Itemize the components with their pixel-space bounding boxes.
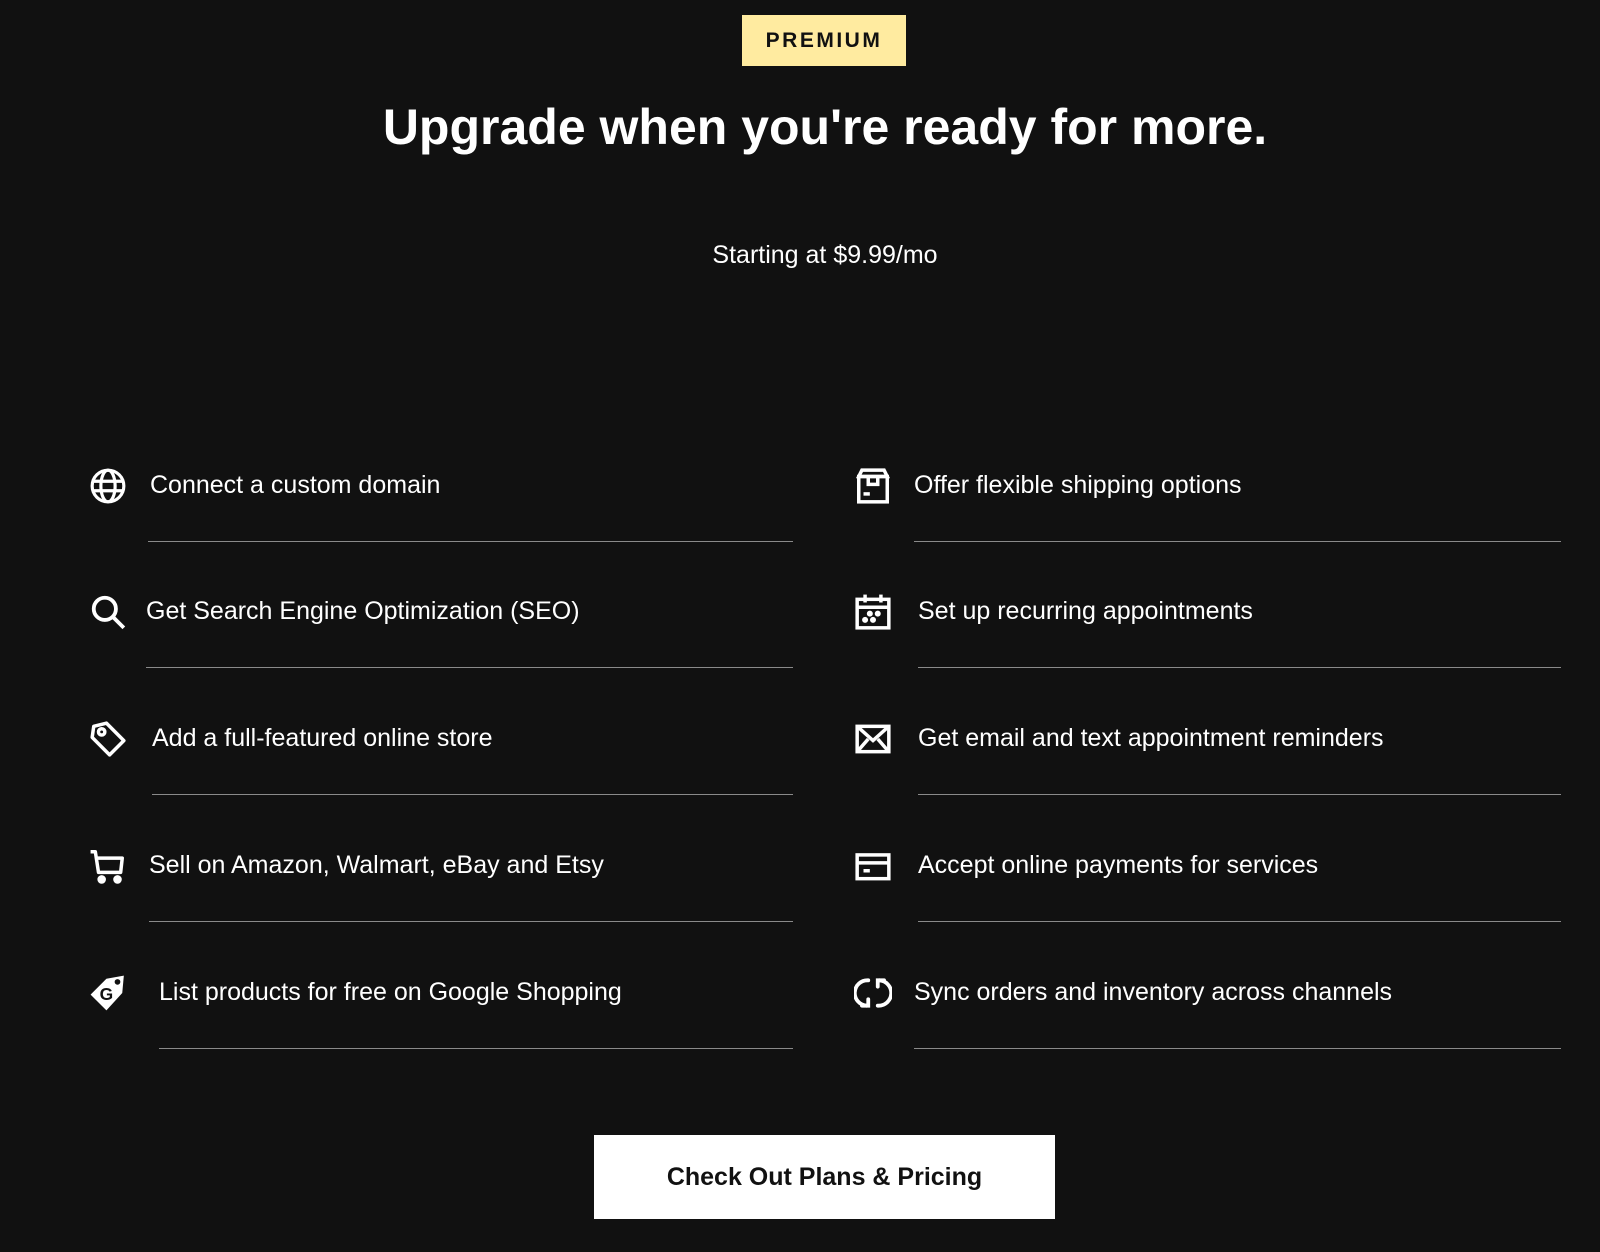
calendar-icon — [853, 592, 893, 632]
divider — [918, 794, 1561, 795]
divider — [152, 794, 793, 795]
feature-label: Add a full-featured online store — [152, 724, 493, 752]
feature-item-google-shopping: G List products for free on Google Shopp… — [88, 947, 793, 1077]
page-title: Upgrade when you're ready for more. — [382, 99, 1268, 155]
feature-item-shipping: Offer flexible shipping options — [853, 440, 1561, 570]
feature-item-seo: Get Search Engine Optimization (SEO) — [88, 566, 793, 696]
tag-icon — [88, 719, 128, 759]
feature-label: List products for free on Google Shoppin… — [159, 978, 622, 1006]
feature-label: Get Search Engine Optimization (SEO) — [146, 597, 580, 625]
feature-item-appointments: Set up recurring appointments — [853, 566, 1561, 696]
feature-item-custom-domain: Connect a custom domain — [88, 440, 793, 570]
premium-badge: PREMIUM — [742, 15, 906, 66]
feature-item-reminders: Get email and text appointment reminders — [853, 693, 1561, 823]
divider — [149, 921, 793, 922]
feature-item-payments: Accept online payments for services — [853, 820, 1561, 950]
plans-pricing-button[interactable]: Check Out Plans & Pricing — [594, 1135, 1055, 1219]
feature-label: Set up recurring appointments — [918, 597, 1253, 625]
credit-card-icon — [853, 846, 893, 886]
feature-label: Offer flexible shipping options — [914, 471, 1242, 499]
divider — [918, 921, 1561, 922]
feature-item-marketplaces: Sell on Amazon, Walmart, eBay and Etsy — [88, 820, 793, 950]
shipping-box-icon — [853, 466, 893, 506]
feature-label: Sell on Amazon, Walmart, eBay and Etsy — [149, 851, 604, 879]
sync-icon — [853, 973, 893, 1013]
divider — [159, 1048, 793, 1049]
envelope-icon — [853, 719, 893, 759]
feature-item-online-store: Add a full-featured online store — [88, 693, 793, 823]
globe-icon — [88, 466, 128, 506]
google-tag-icon: G — [88, 973, 128, 1013]
feature-label: Connect a custom domain — [150, 471, 441, 499]
divider — [914, 1048, 1561, 1049]
cart-icon — [88, 846, 128, 886]
feature-label: Get email and text appointment reminders — [918, 724, 1384, 752]
feature-label: Accept online payments for services — [918, 851, 1319, 879]
feature-item-sync: Sync orders and inventory across channel… — [853, 947, 1561, 1077]
divider — [148, 541, 793, 542]
search-icon — [88, 592, 128, 632]
feature-label: Sync orders and inventory across channel… — [914, 978, 1393, 1006]
divider — [146, 667, 793, 668]
divider — [918, 667, 1561, 668]
price-subtitle: Starting at $9.99/mo — [712, 241, 938, 269]
divider — [914, 541, 1561, 542]
svg-text:G: G — [100, 984, 114, 1004]
